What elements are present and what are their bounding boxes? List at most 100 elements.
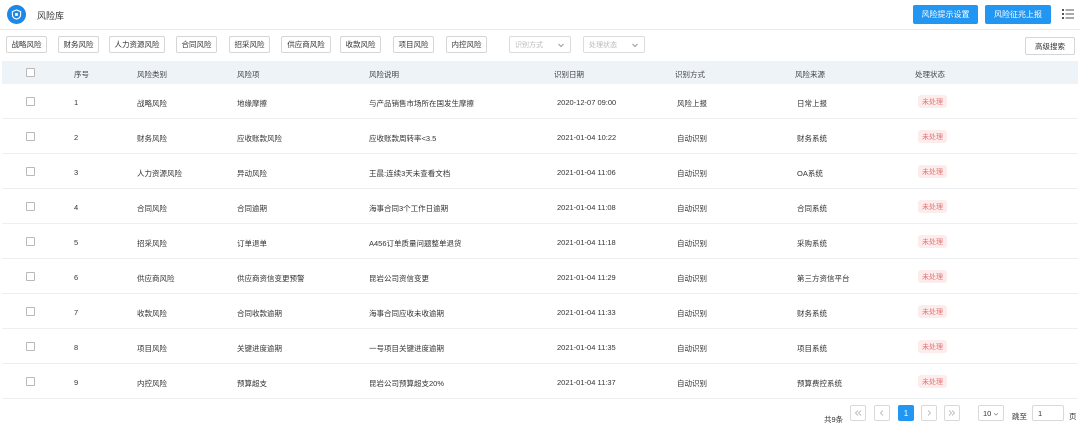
cell-no: 8 [74,343,79,352]
next-page-button[interactable] [921,405,937,421]
cell-desc: 昆岩公司资信变更 [369,274,429,283]
advanced-search-button[interactable]: 高级搜索 [1025,37,1075,55]
table-row[interactable]: 2 财务风险 应收账款风险 应收账款周转率<3.5 2021-01-04 10:22 自动… [2,119,1078,154]
page-1-button[interactable]: 1 [898,405,914,421]
risk-report-button[interactable]: 风险征兆上报 [985,5,1051,24]
status-badge: 未处理 [918,270,947,283]
row-checkbox[interactable] [26,237,35,246]
cell-item: 订单退单 [237,239,267,248]
goto-page-input[interactable]: 1 [1032,405,1064,421]
cell-category: 供应商风险 [137,274,175,283]
cell-no: 5 [74,238,79,247]
cell-source: 预算费控系统 [797,379,842,388]
filter-chip-project[interactable]: 项目风险 [393,36,434,53]
method-select[interactable]: 识别方式 [509,36,571,53]
cell-method: 自动识别 [677,239,707,248]
prev-page-button[interactable] [874,405,890,421]
filter-chip-finance[interactable]: 财务风险 [58,36,99,53]
filter-chip-strategy[interactable]: 战略风险 [6,36,47,53]
header-method: 识别方式 [675,70,705,79]
cell-method: 风险上报 [677,99,707,108]
cell-category: 合同风险 [137,204,167,213]
table-row[interactable]: 1 战略风险 地缘摩擦 与产品销售市场所在国发生摩擦 2020-12-07 09:00 风… [2,84,1078,119]
cell-source: 财务系统 [797,134,827,143]
cell-source: 合同系统 [797,204,827,213]
row-checkbox[interactable] [26,132,35,141]
cell-method: 自动识别 [677,274,707,283]
cell-desc: 王晨:连续3天未查看文档 [369,169,451,178]
cell-category: 战略风险 [137,99,167,108]
cell-item: 合同收款逾期 [237,309,282,318]
status-badge: 未处理 [918,200,947,213]
first-page-button[interactable] [850,405,866,421]
total-count: 共9条 [824,415,844,424]
chevron-down-icon [632,43,638,48]
row-checkbox[interactable] [26,202,35,211]
cell-source: 采购系统 [797,239,827,248]
table-row[interactable]: 5 招采风险 订单退单 A456订单质量问题整单退货 2021-01-04 11:18 自… [2,224,1078,259]
filter-chip-internal-control[interactable]: 内控风险 [446,36,487,53]
row-checkbox[interactable] [26,307,35,316]
cell-desc: 海事合同3个工作日逾期 [369,204,449,213]
page-unit-label: 页 [1069,412,1077,421]
row-checkbox[interactable] [26,272,35,281]
cell-desc: 与产品销售市场所在国发生摩擦 [369,99,474,108]
status-badge: 未处理 [918,130,947,143]
last-page-button[interactable] [944,405,960,421]
cell-item: 关键进度逾期 [237,344,282,353]
cell-item: 供应商资信变更预警 [237,274,305,283]
table-row[interactable]: 9 内控风险 预算超支 昆岩公司预算超支20% 2021-01-04 11:37 自动识别… [2,364,1078,399]
table-row[interactable]: 4 合同风险 合同逾期 海事合同3个工作日逾期 2021-01-04 11:08 自动识别… [2,189,1078,224]
pagination: 共9条 [0,404,1080,430]
page-size-value: 10 [983,408,992,418]
cell-no: 2 [74,133,79,142]
cell-no: 6 [74,273,79,282]
header-date: 识别日期 [554,70,584,79]
page-size-select[interactable]: 10 [978,405,1004,421]
cell-no: 9 [74,378,79,387]
status-select[interactable]: 处理状态 [583,36,645,53]
table-row[interactable]: 8 项目风险 关键进度逾期 一号项目关键进度逾期 2021-01-04 11:35 自动识… [2,329,1078,364]
row-checkbox[interactable] [26,97,35,106]
table-header: 序号 风险类别 风险项 风险说明 识别日期 识别方式 风险来源 处理状态 [2,61,1078,84]
filter-chip-supplier[interactable]: 供应商风险 [281,36,331,53]
goto-label: 跳至 [1012,412,1027,421]
table-row[interactable]: 6 供应商风险 供应商资信变更预警 昆岩公司资信变更 2021-01-04 11:29 自… [2,259,1078,294]
cell-item: 地缘摩擦 [237,99,267,108]
chevron-left-icon [879,410,884,416]
select-all-checkbox[interactable] [26,68,35,77]
cell-method: 自动识别 [677,309,707,318]
filter-chip-contract[interactable]: 合同风险 [176,36,217,53]
cell-item: 预算超支 [237,379,267,388]
cell-date: 2021-01-04 11:37 [557,378,616,387]
double-chevron-right-icon [948,410,956,416]
row-checkbox[interactable] [26,377,35,386]
double-chevron-left-icon [854,410,862,416]
cell-source: 日常上报 [797,99,827,108]
status-badge: 未处理 [918,95,947,108]
cell-source: 财务系统 [797,309,827,318]
list-menu-icon[interactable] [1062,8,1074,20]
row-checkbox[interactable] [26,167,35,176]
status-badge: 未处理 [918,340,947,353]
page-title: 风险库 [37,11,65,21]
cell-date: 2021-01-04 11:18 [557,238,616,247]
shield-icon [7,5,26,24]
status-select-placeholder: 处理状态 [589,41,617,49]
filter-chip-collection[interactable]: 收款风险 [340,36,381,53]
risk-alert-settings-button[interactable]: 风险提示设置 [913,5,978,24]
table-row[interactable]: 3 人力资源风险 异动风险 王晨:连续3天未查看文档 2021-01-04 11:06 自… [2,154,1078,189]
cell-desc: A456订单质量问题整单退货 [369,239,462,248]
cell-source: OA系统 [797,169,823,178]
filter-chip-procurement[interactable]: 招采风险 [229,36,270,53]
cell-category: 内控风险 [137,379,167,388]
cell-date: 2020-12-07 09:00 [557,98,617,107]
table-row[interactable]: 7 收款风险 合同收款逾期 海事合同应收未收逾期 2021-01-04 11:33 自动识… [2,294,1078,329]
filter-chip-hr[interactable]: 人力资源风险 [109,36,165,53]
cell-no: 1 [74,98,79,107]
header-status: 处理状态 [915,70,945,79]
cell-no: 4 [74,203,79,212]
cell-date: 2021-01-04 11:29 [557,273,616,282]
row-checkbox[interactable] [26,342,35,351]
chevron-right-icon [927,410,932,416]
